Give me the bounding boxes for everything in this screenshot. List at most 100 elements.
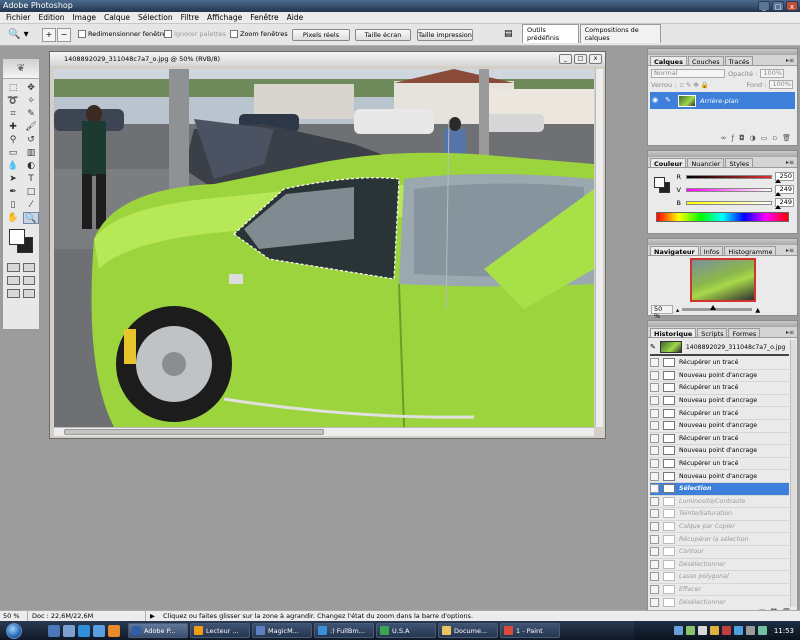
history-item-undone[interactable]: Luminosité/Contraste: [650, 496, 789, 509]
task-paint[interactable]: 1 - Paint: [500, 623, 560, 638]
tray-update-icon[interactable]: [757, 626, 767, 635]
tab-shapes[interactable]: Formes: [728, 328, 761, 338]
doc-minimize-button[interactable]: _: [559, 54, 572, 64]
task-usa[interactable]: U.S.A: [376, 623, 436, 638]
menu-edition[interactable]: Edition: [35, 13, 69, 22]
print-size-button[interactable]: Taille impression: [417, 29, 473, 41]
slider-r-track[interactable]: [685, 174, 781, 183]
history-item-undone[interactable]: Effacer: [650, 584, 789, 597]
tab-paths[interactable]: Tracés: [724, 56, 754, 66]
slider-v-track[interactable]: [685, 187, 781, 196]
task-documents[interactable]: Docume...: [438, 623, 498, 638]
history-snapshot[interactable]: ✎ 1408892029_311048c7a7_o.jpg: [650, 340, 789, 356]
notes-tool-icon[interactable]: ▯: [5, 199, 21, 211]
gradient-tool-icon[interactable]: ▥: [23, 147, 39, 159]
zoom-out-icon[interactable]: −: [57, 28, 71, 42]
internet-explorer-icon[interactable]: [78, 624, 90, 637]
firefox-icon[interactable]: [108, 624, 120, 637]
history-item[interactable]: Nouveau point d'ancrage: [650, 395, 789, 408]
standard-mode-icon[interactable]: [7, 263, 20, 272]
history-item-undone[interactable]: Lasso polygonal: [650, 571, 789, 584]
tab-navigator[interactable]: Navigateur: [650, 246, 699, 256]
layer-style-icon[interactable]: ƒ: [732, 134, 734, 143]
fit-screen-button[interactable]: Taille écran: [355, 29, 411, 41]
layer-row-background[interactable]: ◉ ✎ Arrière-plan: [650, 92, 795, 109]
tray-messenger-icon[interactable]: [733, 626, 743, 635]
scrollbar-thumb[interactable]: [64, 429, 324, 435]
adjustment-icon[interactable]: ◑: [750, 134, 756, 143]
history-item[interactable]: Récupérer un tracé: [650, 407, 789, 420]
clone-stamp-icon[interactable]: ⚲: [5, 134, 21, 146]
history-item-selected[interactable]: ▶ Sélection: [650, 482, 789, 496]
history-item[interactable]: Récupérer un tracé: [650, 433, 789, 446]
status-arrow-icon[interactable]: ▶: [146, 611, 155, 621]
tray-warning-icon[interactable]: [709, 626, 719, 635]
tab-layers[interactable]: Calques: [650, 56, 687, 66]
history-item-undone[interactable]: Désélectionner: [650, 596, 789, 607]
menu-filtre[interactable]: Filtre: [177, 13, 203, 22]
jump-to-imageready-icon[interactable]: [7, 289, 20, 298]
eraser-tool-icon[interactable]: ▭: [5, 147, 21, 159]
minimize-button[interactable]: _: [758, 1, 770, 11]
windows-live-icon[interactable]: [93, 624, 105, 637]
panel-menu-icon[interactable]: ▸≡: [786, 159, 794, 166]
history-item[interactable]: Nouveau point d'ancrage: [650, 420, 789, 433]
opacity-field[interactable]: 100%: [760, 69, 785, 78]
history-item[interactable]: Récupérer un tracé: [650, 458, 789, 471]
slider-b[interactable]: B 249: [672, 196, 797, 209]
trash-icon[interactable]: 🗑: [782, 134, 791, 143]
panel-menu-icon[interactable]: ▸≡: [786, 57, 794, 64]
image-canvas[interactable]: [54, 69, 594, 427]
close-button[interactable]: x: [786, 1, 798, 11]
history-item[interactable]: Nouveau point d'ancrage: [650, 470, 789, 483]
history-item-undone[interactable]: Récupérer la sélection: [650, 533, 789, 546]
blur-tool-icon[interactable]: 💧: [5, 160, 21, 172]
ignore-palettes-checkbox[interactable]: Ignorer palettes: [164, 30, 226, 38]
eye-icon[interactable]: ◉: [652, 96, 661, 105]
tray-network-icon[interactable]: [673, 626, 683, 635]
history-brush-icon[interactable]: ↺: [23, 134, 39, 146]
move-tool-icon[interactable]: ✥: [23, 82, 39, 94]
tray-misc-icon[interactable]: [745, 626, 755, 635]
lasso-tool-icon[interactable]: ➰: [5, 95, 21, 107]
navigator-zoom-slider[interactable]: [682, 305, 753, 311]
color-panel-swatch[interactable]: [654, 177, 670, 193]
dodge-tool-icon[interactable]: ◐: [23, 160, 39, 172]
menu-aide[interactable]: Aide: [283, 13, 308, 22]
history-item[interactable]: Récupérer un tracé: [650, 357, 789, 370]
task-magicm[interactable]: MagicM...: [252, 623, 312, 638]
history-item-undone[interactable]: Contour: [650, 546, 789, 559]
document-vertical-scrollbar[interactable]: [595, 69, 603, 427]
eyedropper-tool-icon[interactable]: ⁄: [23, 199, 39, 211]
menu-fichier[interactable]: Fichier: [2, 13, 35, 22]
pen-tool-icon[interactable]: ✒: [5, 186, 21, 198]
tab-styles[interactable]: Styles: [725, 158, 754, 168]
history-item[interactable]: Nouveau point d'ancrage: [650, 370, 789, 383]
history-item-undone[interactable]: Calque par Copier: [650, 521, 789, 534]
slider-v[interactable]: V 249: [672, 183, 797, 196]
tray-volume-icon[interactable]: [697, 626, 707, 635]
tab-histogram[interactable]: Histogramme: [724, 246, 777, 256]
history-scrollbar[interactable]: [790, 340, 796, 607]
tray-security-icon[interactable]: [721, 626, 731, 635]
folder-icon[interactable]: ▭: [761, 134, 768, 143]
path-selection-icon[interactable]: ➤: [5, 173, 21, 185]
history-item-undone[interactable]: Désélectionner: [650, 559, 789, 572]
lock-icons[interactable]: ▫ ✎ ✥ 🔒: [679, 81, 743, 89]
panel-menu-icon[interactable]: ▸≡: [786, 247, 794, 254]
well-tool-presets-tab[interactable]: Outils prédéfinis: [522, 24, 579, 43]
history-item-undone[interactable]: Teinte/Saturation: [650, 508, 789, 521]
menu-affichage[interactable]: Affichage: [203, 13, 246, 22]
panel-menu-icon[interactable]: ▸≡: [786, 329, 794, 336]
slider-r[interactable]: R 250: [672, 170, 797, 183]
blend-mode-select[interactable]: Normal: [651, 69, 725, 78]
tab-swatches[interactable]: Nuancier: [687, 158, 725, 168]
doc-close-button[interactable]: x: [589, 54, 602, 64]
new-layer-icon[interactable]: ▫: [772, 134, 777, 143]
zoom-in-small-icon[interactable]: ▲: [755, 306, 760, 314]
crop-tool-icon[interactable]: ⌗: [5, 108, 21, 120]
menu-fenetre[interactable]: Fenêtre: [246, 13, 282, 22]
show-desktop-icon[interactable]: [48, 624, 60, 637]
tray-app-icon[interactable]: [685, 626, 695, 635]
tab-actions[interactable]: Scripts: [697, 328, 728, 338]
